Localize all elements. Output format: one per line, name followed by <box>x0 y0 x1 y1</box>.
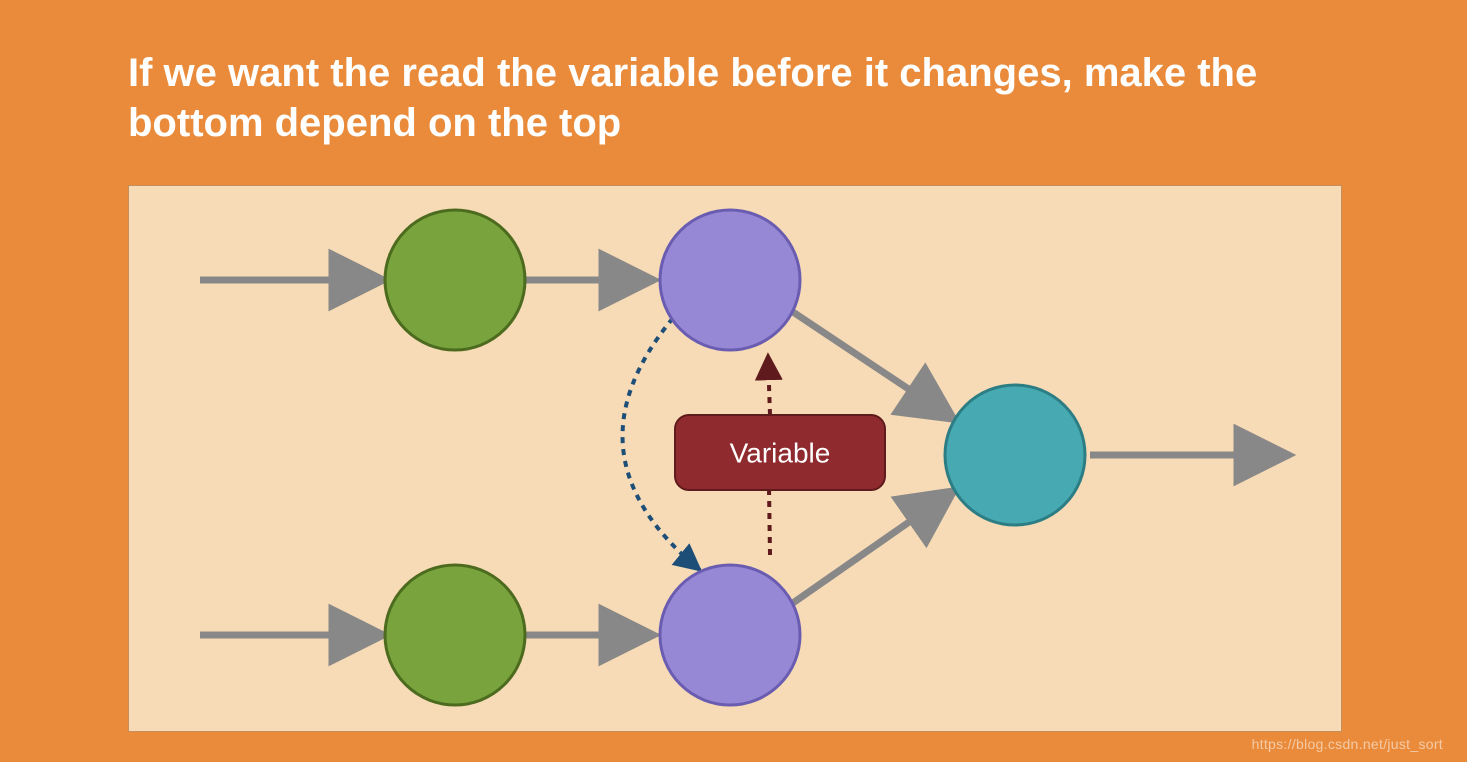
node-p1 <box>660 210 800 350</box>
node-p2 <box>660 565 800 705</box>
variable-edge-upper <box>768 355 770 415</box>
node-g1 <box>385 210 525 350</box>
variable-box: Variable <box>675 415 885 490</box>
watermark-text: https://blog.csdn.net/just_sort <box>1252 736 1443 752</box>
diagram-svg: Variable <box>0 0 1467 762</box>
node-t1 <box>945 385 1085 525</box>
variable-label: Variable <box>730 438 831 469</box>
node-g2 <box>385 565 525 705</box>
